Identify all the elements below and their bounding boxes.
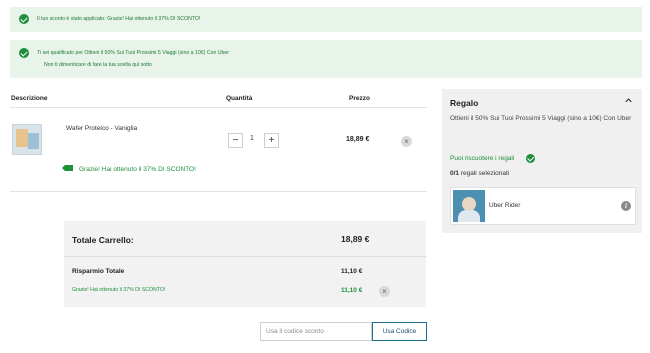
discount-line-label: Grazie! Hai ottenuto il 37% DI SCONTO! [72, 287, 166, 293]
check-circle-icon [19, 14, 29, 24]
alert-submessage: Non ti dimenticare di fare la tua scelta… [44, 62, 152, 68]
gift-option-name[interactable]: Uber Rider [489, 202, 520, 209]
totals-divider [64, 256, 426, 257]
alert-message: Il tuo sconto è stato applicato: Grazie!… [37, 16, 201, 22]
alert-message: Ti sei qualificato per Ottieni il 50% Su… [37, 50, 230, 56]
chevron-up-icon[interactable] [625, 97, 632, 104]
savings-value: 11,10 € [341, 268, 363, 275]
cart-total-value: 18,89 € [341, 234, 370, 244]
info-icon[interactable]: i [621, 201, 631, 211]
product-image[interactable] [12, 124, 42, 155]
check-circle-icon [526, 154, 535, 163]
column-header-quantity: Quantità [226, 95, 253, 102]
remove-item-icon[interactable]: × [401, 136, 412, 147]
item-price: 18,89 € [346, 136, 370, 143]
gift-count-text: regali selezionati [459, 170, 510, 177]
savings-label: Risparmio Totale [72, 268, 125, 275]
column-header-price: Prezzo [349, 95, 370, 102]
gift-claim-text: Puoi riscuotere i regali [450, 155, 515, 162]
discount-line-value: 11,10 € [341, 287, 363, 294]
product-name[interactable]: Wafer Proteico - Vaniglia [66, 125, 137, 132]
gift-description: Ottieni il 50% Sui Tuoi Prossimi 5 Viagg… [450, 115, 632, 122]
discount-applied-alert: Il tuo sconto è stato applicato: Grazie!… [10, 7, 642, 32]
tag-icon [62, 165, 73, 171]
gift-selection-count: 0/1 regali selezionati [450, 170, 509, 177]
column-header-description: Descrizione [11, 95, 48, 102]
remove-discount-icon[interactable]: × [379, 286, 390, 297]
quantity-increase-button[interactable]: + [264, 133, 279, 148]
gift-qualified-alert: Ti sei qualificato per Ottieni il 50% Su… [10, 40, 642, 78]
coupon-code-input[interactable] [260, 322, 372, 341]
gift-count-number: 0/1 [450, 170, 460, 177]
check-circle-icon [19, 48, 29, 58]
item-divider [10, 191, 427, 192]
quantity-value: 1 [250, 135, 254, 142]
cart-totals-panel [64, 221, 426, 307]
cart-total-label: Totale Carrello: [72, 235, 134, 245]
header-divider [10, 107, 427, 108]
gift-title: Regalo [450, 98, 479, 108]
gift-option-image[interactable] [453, 190, 485, 222]
quantity-decrease-button[interactable]: − [228, 133, 243, 148]
apply-coupon-button[interactable]: Usa Codice [372, 322, 427, 341]
item-discount-note: Grazie! Hai ottenuto il 37% DI SCONTO! [79, 166, 196, 173]
